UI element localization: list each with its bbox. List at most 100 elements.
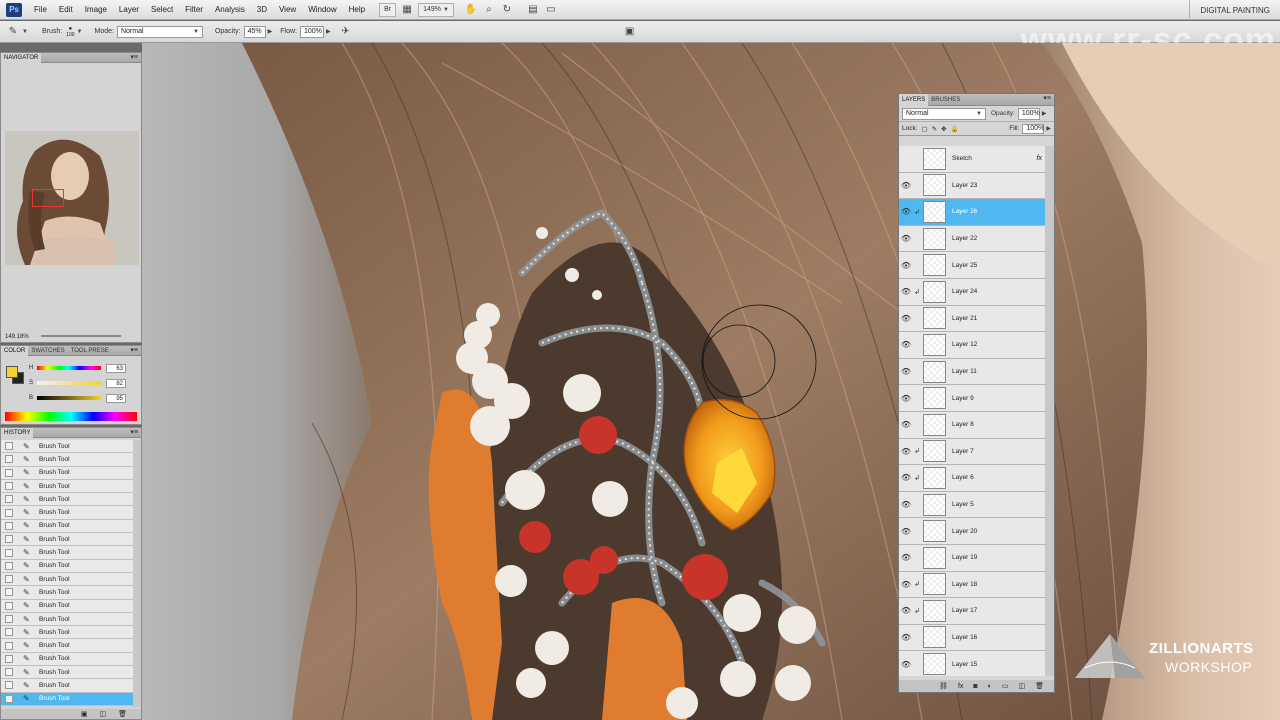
blend-mode-dropdown[interactable]: Normal ▼ <box>902 107 986 120</box>
history-scrollbar[interactable] <box>133 440 141 707</box>
tab-layers[interactable]: LAYERS <box>899 93 929 106</box>
history-row[interactable]: ✎ Brush Tool <box>1 639 133 653</box>
layer-style-icon[interactable]: fx <box>958 683 963 690</box>
history-snapshot-checkbox[interactable] <box>5 508 13 517</box>
eye-icon[interactable]: 👁 <box>899 606 913 615</box>
layer-thumbnail[interactable] <box>923 254 946 277</box>
layer-name[interactable]: Layer 26 <box>952 208 1046 215</box>
airbrush-icon[interactable]: ✈ <box>339 25 353 39</box>
opacity-field[interactable]: 45% <box>243 25 266 38</box>
layer-row[interactable]: 👁 Layer 21 <box>899 305 1046 333</box>
layer-row[interactable]: 👁 Layer 20 <box>899 518 1046 545</box>
link-layers-icon[interactable]: ⛓ <box>939 682 948 690</box>
foreground-color-swatch[interactable] <box>6 366 18 378</box>
tab-tool-presets[interactable]: TOOL PRESE <box>68 346 112 356</box>
layer-row[interactable]: 👁 ↲ Layer 18 <box>899 571 1046 599</box>
history-snapshot-checkbox[interactable] <box>5 588 13 597</box>
menu-item-help[interactable]: Help <box>343 5 371 14</box>
brush-preset-icon[interactable]: ✎ <box>6 25 20 39</box>
layer-thumbnail[interactable] <box>923 307 946 330</box>
layer-thumbnail[interactable] <box>923 573 946 596</box>
workspace-switcher[interactable]: DIGITAL PAINTING <box>1189 0 1280 20</box>
history-row[interactable]: ✎ Brush Tool <box>1 506 133 520</box>
history-row[interactable]: ✎ Brush Tool <box>1 453 133 467</box>
document-canvas[interactable] <box>142 43 1280 720</box>
lock-pixels-icon[interactable]: ✎ <box>932 125 937 133</box>
layer-name[interactable]: Layer 19 <box>952 554 1046 561</box>
layer-row[interactable]: 👁 Layer 19 <box>899 544 1046 572</box>
layer-opacity-field[interactable]: 100% <box>1017 107 1040 120</box>
layer-thumbnail[interactable] <box>923 227 946 250</box>
tab-color[interactable]: COLOR <box>1 345 29 356</box>
eye-icon[interactable]: 👁 <box>899 287 913 296</box>
menu-item-analysis[interactable]: Analysis <box>209 5 251 14</box>
layer-row[interactable]: 👁 Layer 11 <box>899 358 1046 386</box>
bridge-button[interactable]: Br <box>379 2 397 17</box>
tab-history[interactable]: HISTORY <box>1 427 34 438</box>
eye-icon[interactable]: 👁 <box>899 181 913 190</box>
layer-thumbnail[interactable] <box>923 387 946 410</box>
adjustment-layer-icon[interactable]: ◐ <box>988 683 992 690</box>
layer-thumbnail[interactable] <box>923 466 946 489</box>
layer-row[interactable]: 👁 Layer 8 <box>899 411 1046 439</box>
brightness-slider[interactable] <box>37 396 101 400</box>
layer-name[interactable]: Layer 5 <box>952 501 1046 508</box>
lock-transparency-icon[interactable]: ▢ <box>922 125 928 133</box>
layer-name[interactable]: Sketch <box>952 155 1037 162</box>
history-snapshot-checkbox[interactable] <box>5 628 13 637</box>
panel-menu-icon[interactable]: ▾≡ <box>1043 94 1051 104</box>
layer-row[interactable]: 👁 ↲ Layer 26 <box>899 199 1046 226</box>
eye-icon[interactable]: 👁 <box>899 234 913 243</box>
menu-item-3d[interactable]: 3D <box>251 5 273 14</box>
layer-name[interactable]: Layer 20 <box>952 528 1046 535</box>
layer-name[interactable]: Layer 24 <box>952 288 1046 295</box>
layer-thumbnail[interactable] <box>923 174 946 197</box>
color-spectrum-bar[interactable] <box>5 412 137 421</box>
tab-navigator[interactable]: NAVIGATOR <box>1 52 42 63</box>
history-snapshot-checkbox[interactable] <box>5 468 13 477</box>
layer-name[interactable]: Layer 9 <box>952 395 1046 402</box>
layer-row[interactable]: 👁 Layer 12 <box>899 332 1046 359</box>
layer-row[interactable]: 👁 Layer 16 <box>899 624 1046 652</box>
trash-icon[interactable]: 🗑 <box>1035 682 1044 690</box>
history-snapshot-checkbox[interactable] <box>5 641 13 650</box>
history-snapshot-checkbox[interactable] <box>5 495 13 504</box>
layer-name[interactable]: Layer 6 <box>952 474 1046 481</box>
rotate-view-icon[interactable]: ↻ <box>500 3 514 17</box>
layer-thumbnail[interactable] <box>923 440 946 463</box>
layer-row[interactable]: 👁 Layer 15 <box>899 651 1046 676</box>
layer-name[interactable]: Layer 8 <box>952 421 1046 428</box>
eye-icon[interactable]: 👁 <box>899 367 913 376</box>
layer-thumbnail[interactable] <box>923 626 946 649</box>
brightness-value[interactable]: 95 <box>106 393 126 403</box>
eye-icon[interactable]: 👁 <box>899 207 913 216</box>
history-row[interactable]: ✎ Brush Tool <box>1 679 133 693</box>
layer-name[interactable]: Layer 21 <box>952 315 1046 322</box>
history-snapshot-checkbox[interactable] <box>5 575 13 584</box>
new-snapshot-icon[interactable]: ◫ <box>99 710 106 718</box>
menu-item-filter[interactable]: Filter <box>179 5 209 14</box>
eye-icon[interactable]: 👁 <box>899 447 913 456</box>
layer-row[interactable]: 👁 ↲ Layer 7 <box>899 438 1046 466</box>
layer-thumbnail[interactable] <box>923 520 946 543</box>
layer-thumbnail[interactable] <box>923 493 946 516</box>
navigator-zoom-slider[interactable] <box>41 335 121 337</box>
menu-item-window[interactable]: Window <box>302 5 342 14</box>
new-layer-icon[interactable]: ◫ <box>1018 682 1025 690</box>
layer-row[interactable]: 👁 ↲ Layer 24 <box>899 278 1046 306</box>
navigator-thumbnail[interactable] <box>5 131 139 265</box>
saturation-value[interactable]: 82 <box>106 378 126 388</box>
layer-thumbnail[interactable] <box>923 360 946 383</box>
new-document-from-state-icon[interactable]: ▣ <box>81 710 88 718</box>
chevron-right-icon[interactable]: ▶ <box>1046 125 1051 132</box>
history-row[interactable]: ✎ Brush Tool <box>1 546 133 560</box>
chevron-right-icon[interactable]: ▶ <box>326 28 331 35</box>
history-row[interactable]: ✎ Brush Tool <box>1 440 133 454</box>
layer-name[interactable]: Layer 15 <box>952 661 1046 668</box>
history-row[interactable]: ✎ Brush Tool <box>1 586 133 600</box>
hand-tool-icon[interactable]: ✋ <box>464 3 478 17</box>
eye-icon[interactable]: 👁 <box>899 340 913 349</box>
saturation-slider[interactable] <box>37 381 101 385</box>
menu-item-layer[interactable]: Layer <box>113 5 145 14</box>
eye-icon[interactable]: 👁 <box>899 660 913 669</box>
